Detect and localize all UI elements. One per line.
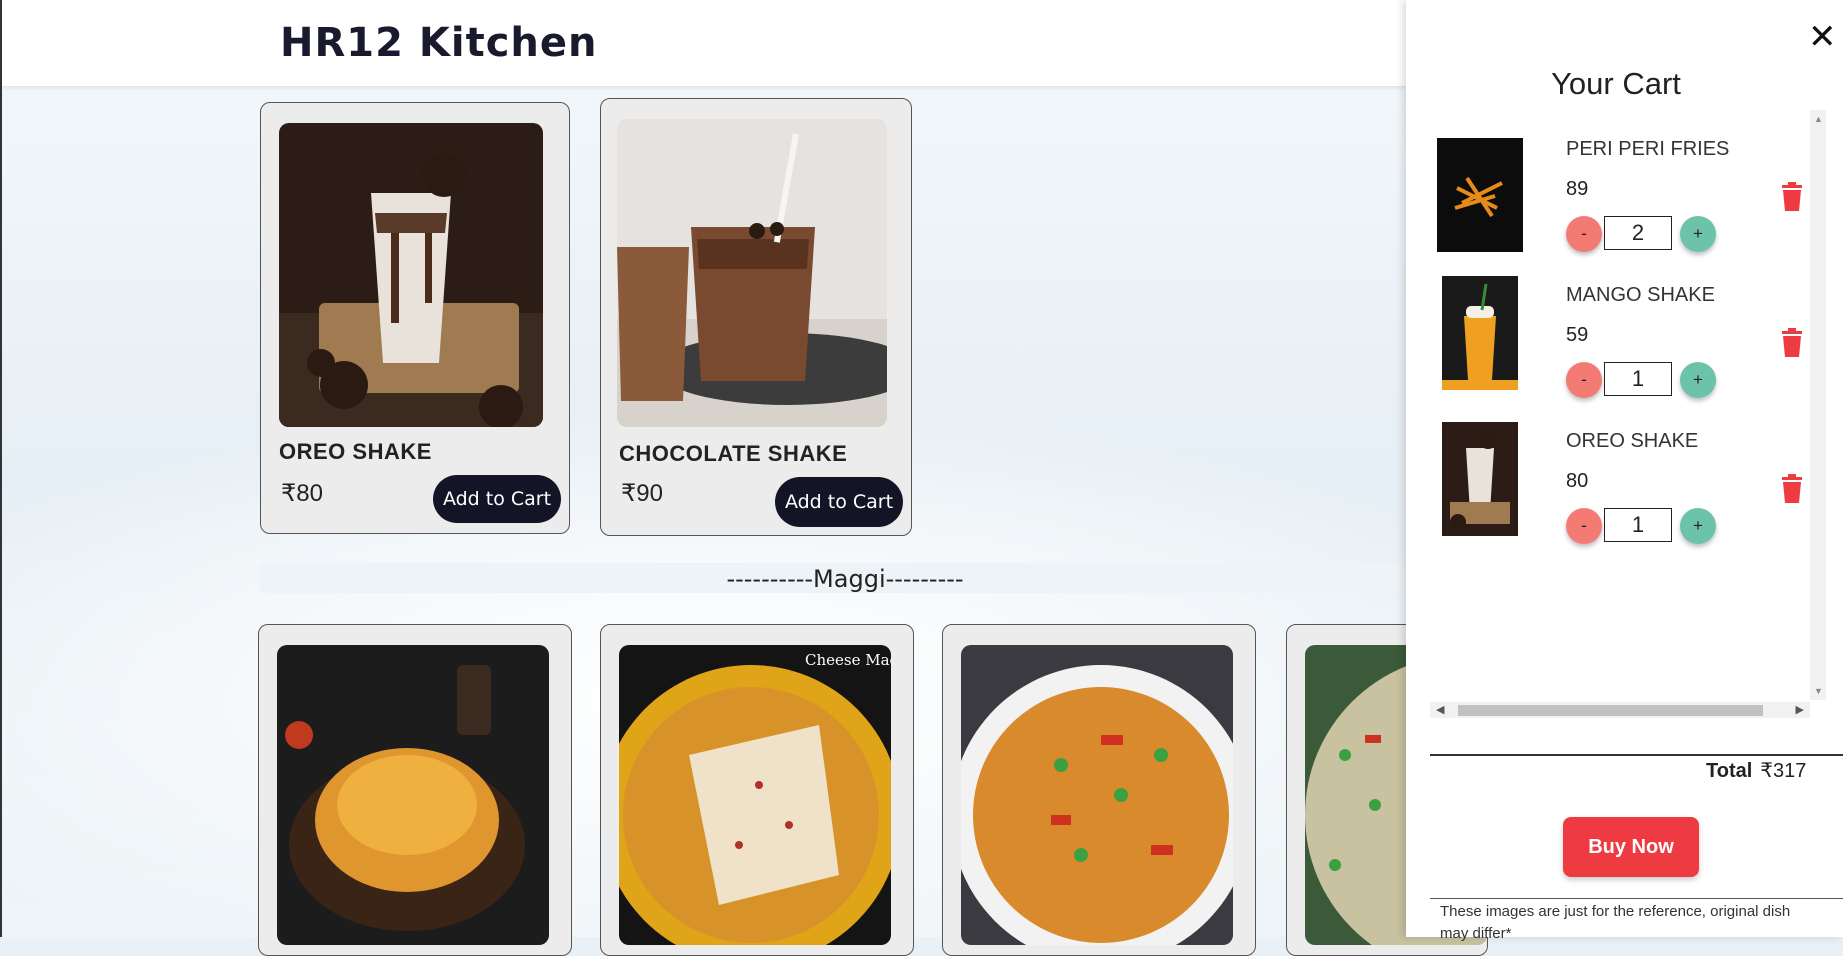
- chocolate-shake-image: [617, 119, 887, 427]
- quantity-input[interactable]: 1: [1604, 362, 1672, 396]
- cart-item: OREO SHAKE 80 - 1 +: [1430, 402, 1810, 544]
- cart-panel: ✕ Your Cart PERI PERI FRIES 89 - 2 + MAN…: [1406, 0, 1843, 942]
- cart-item-price: 89: [1566, 178, 1589, 200]
- product-card-maggi-2: Cheese Maggie: [600, 624, 914, 956]
- trash-icon[interactable]: [1780, 182, 1804, 212]
- decrease-qty-button[interactable]: -: [1566, 362, 1602, 398]
- cart-total: Total ₹317: [1706, 758, 1806, 783]
- disclaimer-note: These images are just for the reference,…: [1440, 903, 1791, 942]
- cart-item-name: MANGO SHAKE: [1566, 284, 1715, 306]
- peri-peri-fries-thumbnail: [1437, 138, 1523, 252]
- cart-title: Your Cart: [1551, 66, 1681, 101]
- quantity-input[interactable]: 1: [1604, 508, 1672, 542]
- site-header: HR12 Kitchen: [2, 0, 1422, 86]
- cart-item-name: PERI PERI FRIES: [1566, 138, 1730, 160]
- increase-qty-button[interactable]: +: [1680, 216, 1716, 252]
- maggi-image: [277, 645, 549, 945]
- decrease-qty-button[interactable]: -: [1566, 216, 1602, 252]
- scroll-down-arrow-icon[interactable]: ▼: [1814, 686, 1823, 696]
- product-price: ₹90: [621, 480, 663, 507]
- product-card-chocolate-shake: CHOCOLATE SHAKE ₹90 Add to Cart: [600, 98, 912, 536]
- increase-qty-button[interactable]: +: [1680, 362, 1716, 398]
- trash-icon[interactable]: [1780, 474, 1804, 504]
- total-label: Total: [1706, 760, 1753, 782]
- scroll-left-arrow-icon[interactable]: ◀: [1436, 703, 1444, 716]
- mango-shake-thumbnail: [1442, 276, 1518, 390]
- cart-item-name: OREO SHAKE: [1566, 430, 1699, 452]
- trash-icon[interactable]: [1780, 328, 1804, 358]
- scroll-up-arrow-icon[interactable]: ▲: [1814, 114, 1823, 124]
- section-header-maggi: ----------Maggi---------: [260, 563, 1430, 593]
- cart-item: MANGO SHAKE 59 - 1 +: [1430, 256, 1810, 398]
- horizontal-scrollbar[interactable]: ◀ ▶: [1430, 702, 1810, 718]
- section-title: ----------Maggi---------: [726, 565, 964, 593]
- buy-now-button[interactable]: Buy Now: [1563, 817, 1699, 877]
- cart-item-price: 59: [1566, 324, 1589, 346]
- cart-item: PERI PERI FRIES 89 - 2 +: [1430, 110, 1810, 252]
- vertical-scrollbar[interactable]: ▲ ▼: [1810, 110, 1826, 700]
- cart-items-list[interactable]: PERI PERI FRIES 89 - 2 + MANGO SHAKE 59 …: [1430, 110, 1810, 700]
- scroll-right-arrow-icon[interactable]: ▶: [1796, 703, 1804, 716]
- veg-maggi-image: [961, 645, 1233, 945]
- product-card-maggi-1: [258, 624, 572, 956]
- decrease-qty-button[interactable]: -: [1566, 508, 1602, 544]
- quantity-input[interactable]: 2: [1604, 216, 1672, 250]
- product-card-oreo-shake: OREO SHAKE ₹80 Add to Cart: [260, 102, 570, 534]
- cheese-maggie-label: Cheese Maggie: [805, 651, 891, 669]
- divider: [1430, 754, 1843, 756]
- product-price: ₹80: [281, 480, 323, 507]
- product-name: OREO SHAKE: [279, 439, 432, 464]
- oreo-shake-image: [279, 123, 543, 427]
- close-icon[interactable]: ✕: [1808, 20, 1837, 54]
- divider: [1430, 898, 1843, 899]
- window-edge: [0, 0, 2, 937]
- product-card-maggi-3: [942, 624, 1256, 956]
- cart-item-price: 80: [1566, 470, 1589, 492]
- cheese-maggie-image: Cheese Maggie: [619, 645, 891, 945]
- add-to-cart-button[interactable]: Add to Cart: [775, 477, 903, 527]
- scrollbar-thumb[interactable]: [1458, 705, 1763, 716]
- oreo-shake-thumbnail: [1442, 422, 1518, 536]
- brand-title[interactable]: HR12 Kitchen: [280, 20, 598, 66]
- add-to-cart-button[interactable]: Add to Cart: [433, 475, 561, 523]
- product-name: CHOCOLATE SHAKE: [619, 441, 848, 466]
- increase-qty-button[interactable]: +: [1680, 508, 1716, 544]
- total-value: ₹317: [1760, 760, 1807, 782]
